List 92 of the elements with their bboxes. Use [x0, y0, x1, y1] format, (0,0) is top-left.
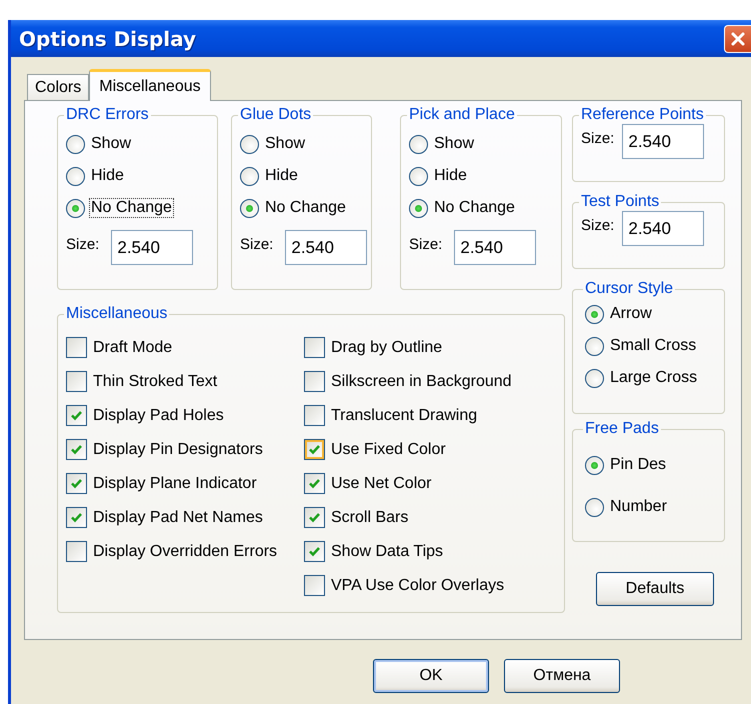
checkbox-label: Silkscreen in Background [331, 372, 512, 390]
size-label: Size: [409, 236, 442, 253]
group-title: Cursor Style [584, 280, 674, 298]
size-label: Size: [240, 236, 274, 253]
checkbox[interactable] [66, 405, 87, 426]
group-title: DRC Errors [65, 106, 150, 124]
checkbox-label: Thin Stroked Text [93, 372, 218, 390]
group-title: Test Points [580, 193, 660, 211]
checkbox[interactable] [66, 337, 87, 358]
check-icon [309, 444, 320, 455]
checkbox-label: Display Plane Indicator [93, 474, 257, 492]
radio-button[interactable] [66, 166, 85, 186]
checkbox[interactable] [304, 439, 325, 460]
checkbox[interactable] [66, 371, 87, 392]
size-field[interactable]: 2.540 [285, 230, 368, 265]
radio-button[interactable] [585, 368, 604, 388]
checkbox-label: Drag by Outline [331, 338, 442, 356]
size-field[interactable]: 2.540 [622, 124, 704, 159]
checkbox[interactable] [304, 575, 325, 596]
radio-button[interactable] [585, 336, 604, 356]
check-icon [71, 410, 82, 421]
radio-button[interactable] [409, 166, 428, 186]
tab[interactable]: Miscellaneous [89, 69, 211, 101]
defaults-button[interactable]: Defaults [596, 572, 714, 606]
option-label: Number [609, 497, 668, 517]
option-label: Hide [433, 166, 468, 186]
checkbox-label: Display Pin Designators [93, 440, 263, 458]
size-field[interactable]: 2.540 [622, 211, 704, 246]
group-title: Glue Dots [239, 106, 312, 124]
check-icon [71, 444, 82, 455]
option-label: Show [264, 134, 306, 154]
option-label: Show [433, 134, 476, 154]
checkbox-label: Use Fixed Color [331, 440, 446, 458]
checkbox[interactable] [66, 439, 87, 460]
checkbox[interactable] [304, 473, 325, 494]
radio-button[interactable] [240, 198, 259, 218]
check-icon [309, 478, 320, 489]
check-icon [309, 546, 320, 557]
option-label: Small Cross [609, 336, 698, 356]
close-icon [730, 30, 746, 46]
checkbox-label: VPA Use Color Overlays [331, 576, 504, 594]
check-icon [71, 478, 82, 489]
checkbox-label: Display Pad Net Names [93, 508, 263, 526]
option-label: Arrow [609, 304, 653, 324]
option-label: No Change [433, 198, 516, 218]
group-title: Reference Points [580, 106, 705, 124]
radio-button[interactable] [585, 304, 604, 324]
option-label: No Change [264, 198, 347, 218]
checkbox[interactable] [66, 473, 87, 494]
group-title: Free Pads [584, 420, 660, 438]
dialog-button[interactable]: Отмена [504, 659, 620, 693]
option-label: Hide [264, 166, 299, 186]
group-title: Pick and Place [408, 106, 516, 124]
checkbox-label: Show Data Tips [331, 542, 444, 560]
window-title: Options Display [18, 26, 198, 50]
radio-button[interactable] [66, 198, 85, 218]
option-label: Pin Des [609, 455, 668, 475]
radio-button[interactable] [409, 134, 428, 154]
radio-button[interactable] [240, 166, 259, 186]
radio-button[interactable] [66, 134, 85, 154]
radio-button[interactable] [585, 456, 604, 474]
size-field[interactable]: 2.540 [111, 230, 194, 265]
radio-button[interactable] [409, 198, 428, 218]
tab[interactable]: Colors [27, 74, 90, 100]
checkbox-label: Display Pad Holes [93, 406, 224, 424]
option-label: Hide [90, 166, 125, 186]
group-title: Miscellaneous [65, 305, 168, 323]
close-button[interactable] [724, 24, 751, 52]
size-label: Size: [66, 236, 100, 253]
dialog-button[interactable]: OK [373, 659, 489, 693]
checkbox-label: Use Net Color [331, 474, 432, 492]
option-label: No Change [89, 198, 174, 218]
size-field[interactable]: 2.540 [454, 230, 536, 265]
checkbox[interactable] [66, 507, 87, 528]
checkbox-label: Translucent Drawing [331, 406, 478, 424]
checkbox[interactable] [304, 541, 325, 562]
checkbox[interactable] [304, 371, 325, 392]
radio-button[interactable] [585, 498, 604, 516]
checkbox[interactable] [304, 507, 325, 528]
checkbox-label: Draft Mode [93, 338, 172, 356]
checkbox-label: Scroll Bars [331, 508, 408, 526]
option-label: Large Cross [609, 368, 698, 388]
checkbox[interactable] [66, 541, 87, 562]
checkbox[interactable] [304, 405, 325, 426]
checkbox-label: Display Overridden Errors [93, 542, 278, 560]
check-icon [309, 512, 320, 523]
size-label: Size: [581, 217, 614, 234]
size-label: Size: [581, 130, 614, 147]
check-icon [71, 512, 82, 523]
checkbox[interactable] [304, 337, 325, 358]
radio-button[interactable] [240, 134, 259, 154]
option-label: Show [90, 134, 132, 154]
